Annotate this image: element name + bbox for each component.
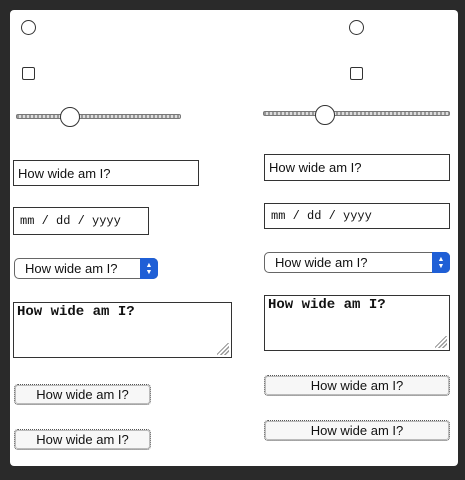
select-value-left: How wide am I? xyxy=(25,261,118,276)
range-slider-thumb-right[interactable] xyxy=(315,105,335,125)
select-value-right: How wide am I? xyxy=(275,255,368,270)
range-slider-thumb-left[interactable] xyxy=(60,107,80,127)
button-left-1[interactable]: How wide am I? xyxy=(14,384,151,405)
textarea-value-right: How wide am I? xyxy=(268,297,386,313)
textarea-right[interactable]: How wide am I? xyxy=(264,295,450,351)
select-dropdown-left[interactable]: How wide am I? ▲ ▼ xyxy=(14,258,158,279)
radio-button-left[interactable] xyxy=(21,20,36,35)
resize-grip-icon[interactable] xyxy=(435,336,447,348)
button-right-2[interactable]: How wide am I? xyxy=(264,420,450,441)
range-slider-track-left[interactable] xyxy=(16,114,181,119)
textarea-left[interactable]: How wide am I? xyxy=(13,302,232,358)
date-input-right[interactable]: mm / dd / yyyy xyxy=(264,203,450,229)
checkbox-right[interactable] xyxy=(350,67,363,80)
text-input-left[interactable]: How wide am I? xyxy=(13,160,199,186)
text-input-right[interactable]: How wide am I? xyxy=(264,154,450,181)
date-input-left[interactable]: mm / dd / yyyy xyxy=(13,207,149,235)
up-down-chevron-icon: ▲ ▼ xyxy=(140,258,158,279)
resize-grip-icon[interactable] xyxy=(217,343,229,355)
up-down-chevron-icon: ▲ ▼ xyxy=(432,252,450,273)
form-controls-panel: How wide am I? mm / dd / yyyy How wide a… xyxy=(10,10,458,466)
textarea-value-left: How wide am I? xyxy=(17,304,135,320)
range-slider-track-right[interactable] xyxy=(263,111,450,116)
checkbox-left[interactable] xyxy=(22,67,35,80)
radio-button-right[interactable] xyxy=(349,20,364,35)
select-dropdown-right[interactable]: How wide am I? ▲ ▼ xyxy=(264,252,450,273)
button-right-1[interactable]: How wide am I? xyxy=(264,375,450,396)
button-left-2[interactable]: How wide am I? xyxy=(14,429,151,450)
